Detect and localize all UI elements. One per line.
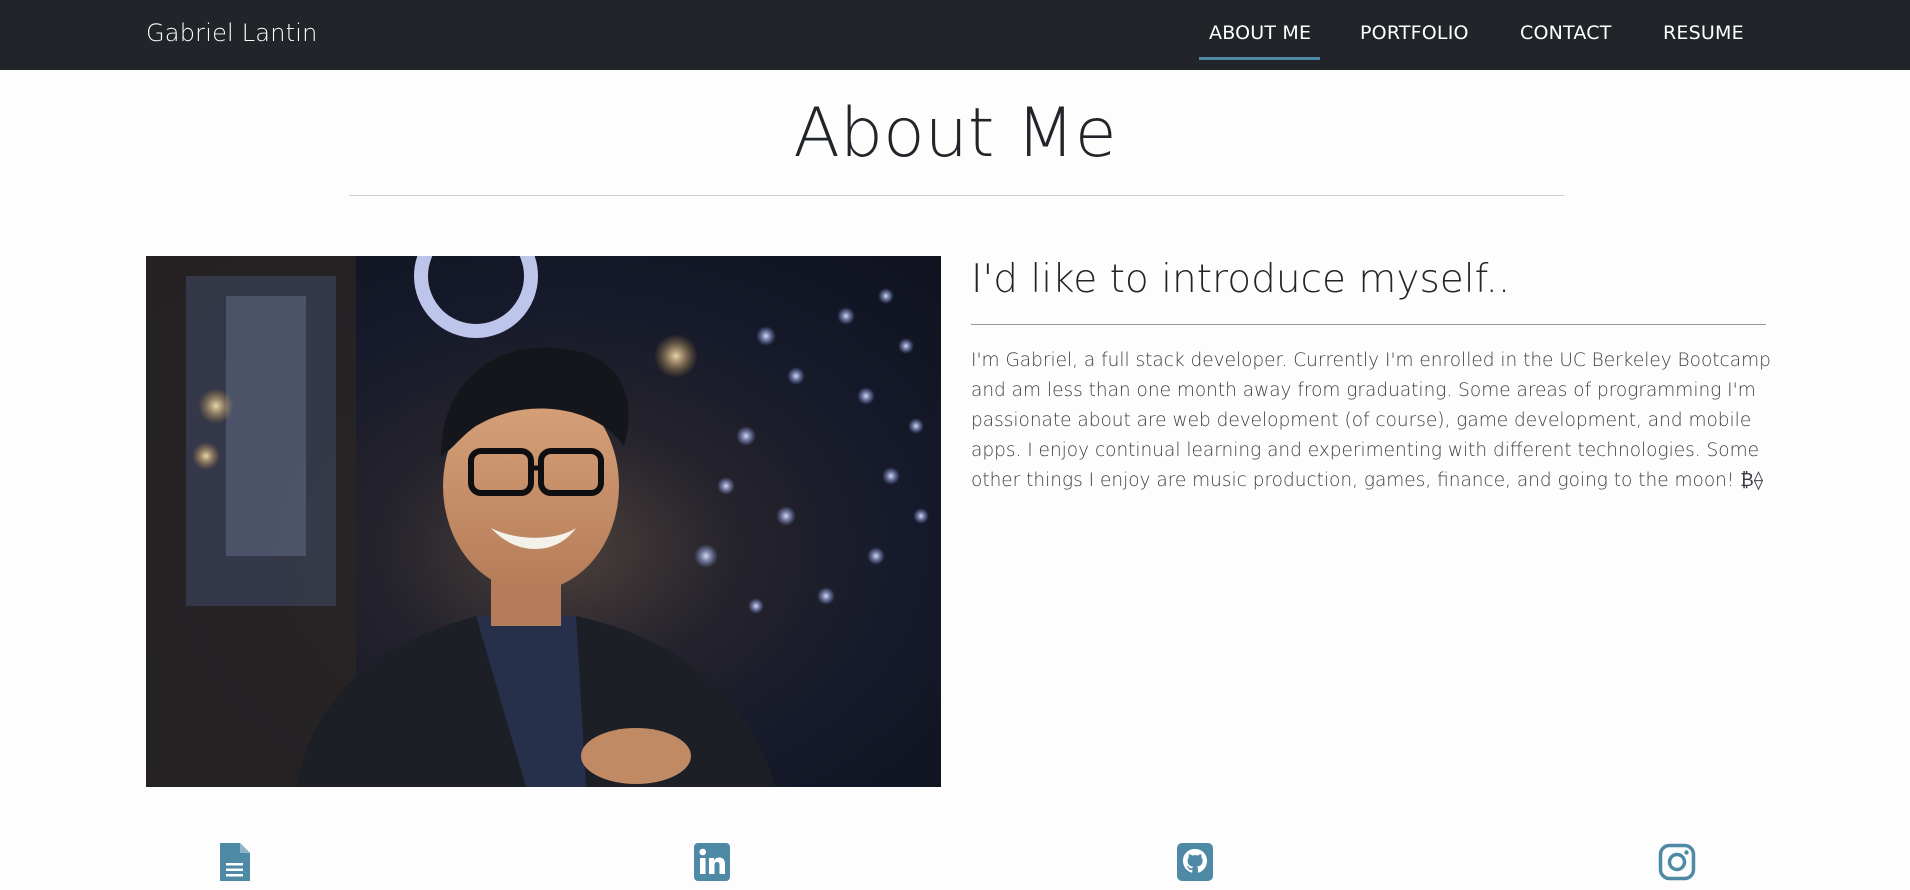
resume-document-icon[interactable]: [214, 841, 254, 883]
page-title: About Me: [793, 94, 1117, 173]
nav-resume[interactable]: RESUME: [1663, 22, 1744, 44]
profile-photo-illustration: [146, 256, 941, 787]
intro-divider: [971, 324, 1766, 325]
nav-contact[interactable]: CONTACT: [1520, 22, 1612, 44]
bio-text: I'm Gabriel, a full stack developer. Cur…: [971, 350, 1771, 491]
nav-portfolio[interactable]: PORTFOLIO: [1360, 22, 1469, 44]
linkedin-icon[interactable]: [692, 841, 732, 883]
profile-photo: [146, 256, 941, 787]
active-nav-indicator: [1199, 57, 1320, 60]
intro-heading: I'd like to introduce myself..: [971, 257, 1511, 302]
github-icon[interactable]: [1175, 841, 1215, 883]
brand-name[interactable]: Gabriel Lantin: [146, 19, 318, 47]
instagram-icon[interactable]: [1657, 841, 1697, 883]
title-divider: [349, 195, 1564, 196]
nav-about-me[interactable]: ABOUT ME: [1209, 22, 1311, 44]
navbar: Gabriel Lantin ABOUT ME PORTFOLIO CONTAC…: [0, 0, 1910, 70]
